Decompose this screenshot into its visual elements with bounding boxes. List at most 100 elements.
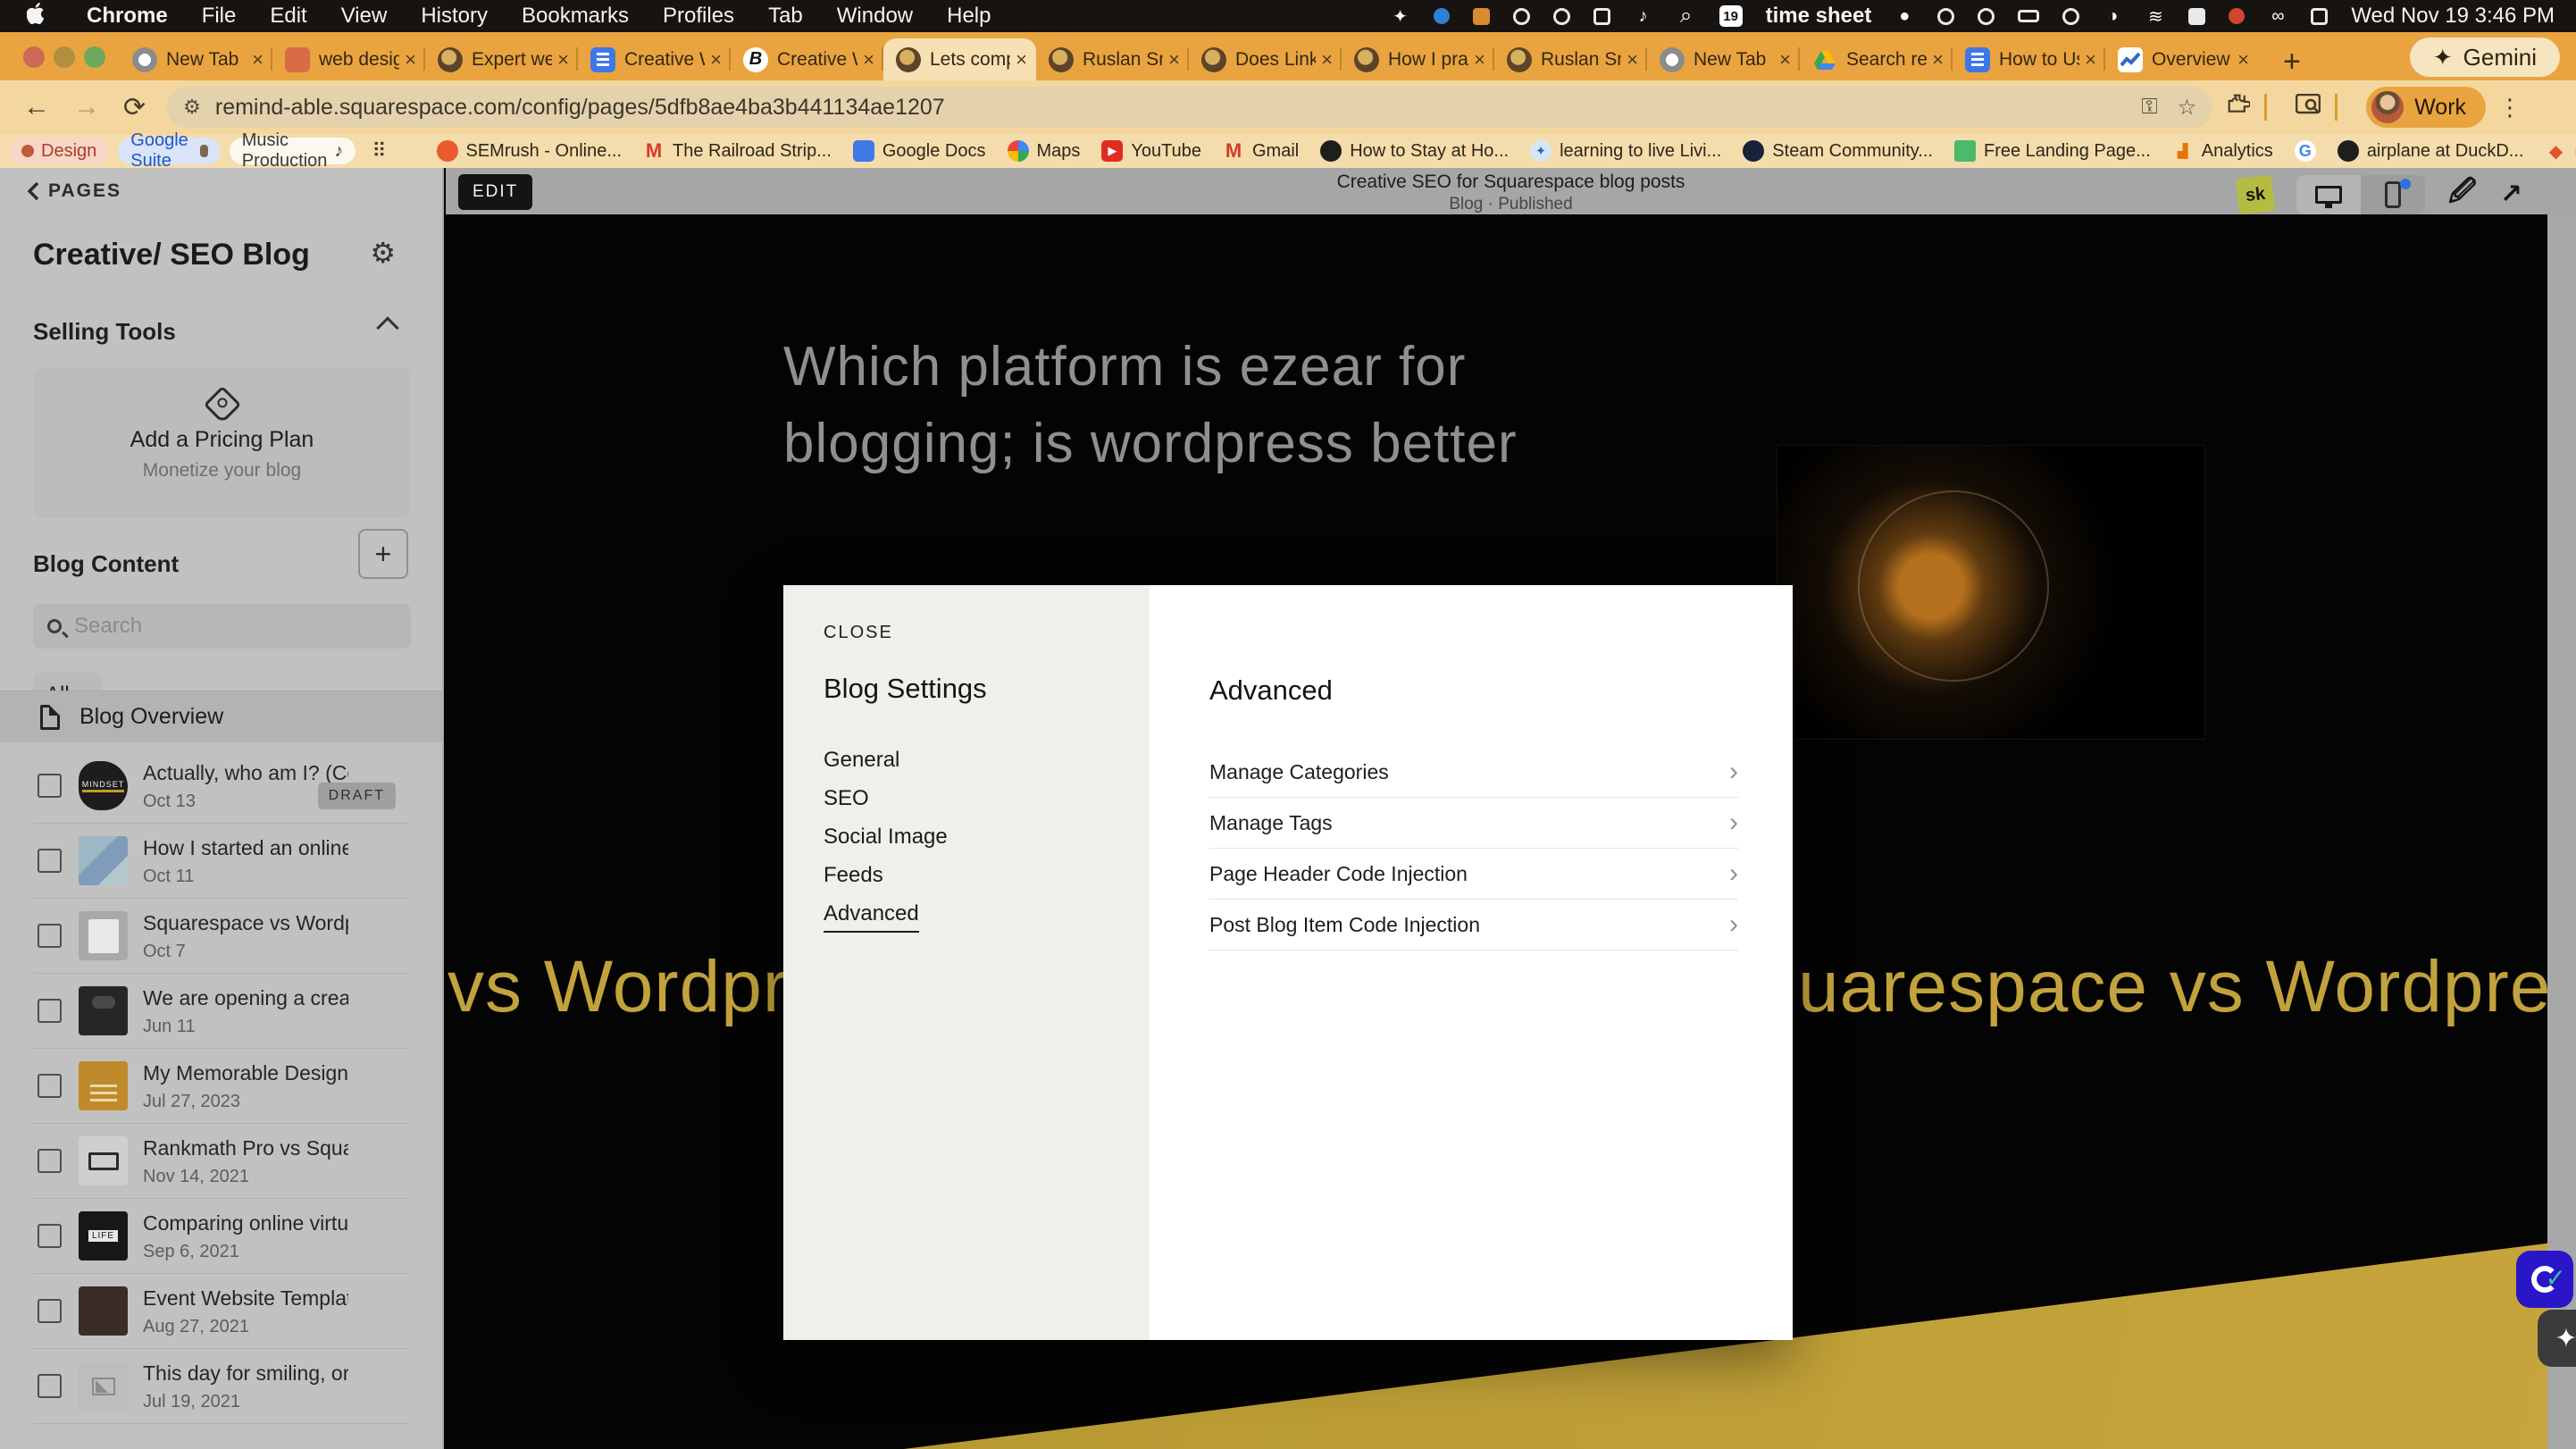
tab-how-to-use[interactable]: How to Use T × [1953,38,2105,80]
post-row[interactable]: Event Website Templates VS. My...Aug 27,… [0,1274,442,1349]
address-bar[interactable]: ⚙ remind-able.squarespace.com/config/pag… [167,87,2212,128]
bookmark-folder-music-production[interactable]: Music Production ♪ [230,138,356,164]
tab-close-icon[interactable]: × [2237,48,2249,71]
post-checkbox[interactable] [38,849,62,873]
tab-how-i-practice[interactable]: How I practic × [1342,38,1494,80]
new-tab-button[interactable]: + [2283,45,2301,80]
grid-icon[interactable] [2188,8,2205,25]
shield-icon[interactable] [1513,8,1530,25]
post-row[interactable]: Rankmath Pro vs Squarespace S...Nov 14, … [0,1124,442,1199]
post-row[interactable]: My Memorable Design Squares...Jul 27, 20… [0,1049,442,1124]
gemini-button[interactable]: ✦ Gemini [2410,38,2560,77]
clockify-extension-badge[interactable]: ✓ [2516,1251,2573,1308]
nav-feeds[interactable]: Feeds [824,863,883,888]
menu-profiles[interactable]: Profiles [646,4,751,29]
circle-icon[interactable] [1937,8,1954,25]
bookmark-how-to-stay[interactable]: How to Stay at Ho... [1320,140,1509,162]
menu-edit[interactable]: Edit [253,4,323,29]
post-checkbox[interactable] [38,1149,62,1173]
timesheet-label[interactable]: time sheet [1766,4,1872,29]
menu-help[interactable]: Help [930,4,1008,29]
ai-sparkle-badge[interactable]: ✦ [2538,1310,2576,1367]
modal-close-button[interactable]: CLOSE [824,623,893,643]
apple-icon[interactable] [27,3,45,30]
bookmark-duckduckgo[interactable]: airplane at DuckD... [2338,140,2524,162]
manage-categories-row[interactable]: Manage Categories› [1209,747,1738,798]
tab-close-icon[interactable]: × [1779,48,1791,71]
tab-does-linkedin[interactable]: Does Linkedi × [1189,38,1342,80]
tab-close-icon[interactable]: × [1474,48,1485,71]
window-close-button[interactable] [23,46,45,68]
forward-button[interactable]: → [73,92,100,122]
tab-close-icon[interactable]: × [710,48,722,71]
post-blog-item-code-injection-row[interactable]: Post Blog Item Code Injection› [1209,900,1738,951]
window-zoom-button[interactable] [84,46,105,68]
switch-icon[interactable] [2311,8,2328,25]
nav-general[interactable]: General [824,748,899,773]
battery-icon[interactable] [2018,10,2039,22]
sk-extension-badge[interactable]: sk [2236,175,2275,214]
nav-advanced[interactable]: Advanced [824,901,919,933]
bookmark-gmail[interactable]: MGmail [1223,140,1299,162]
post-checkbox[interactable] [38,924,62,948]
url-text[interactable]: remind-able.squarespace.com/config/pages… [215,95,2121,121]
chevron-up-icon[interactable] [376,316,398,339]
menu-view[interactable]: View [324,4,405,29]
selling-tools-label[interactable]: Selling Tools [33,318,176,346]
tab-close-icon[interactable]: × [863,48,874,71]
extensions-puzzle-icon[interactable] [2227,93,2250,122]
tab-ruslan-1[interactable]: Ruslan Smirn × [1036,38,1189,80]
tab-overview[interactable]: Overview — I × [2105,38,2258,80]
side-panel-search-icon[interactable] [2296,94,2321,121]
tab-close-icon[interactable]: × [557,48,569,71]
wifi-icon[interactable]: ≋ [2145,6,2165,26]
reload-button[interactable]: ⟳ [123,92,146,123]
search-input[interactable]: Search [33,604,411,649]
bookmark-steam[interactable]: Steam Community... [1743,140,1933,162]
add-post-button[interactable]: + [358,529,408,579]
tab-search-results[interactable]: Search result × [1800,38,1953,80]
bookmark-free-landing[interactable]: Free Landing Page... [1954,140,2151,162]
post-row[interactable]: LIFE Comparing online virtual events ...… [0,1199,442,1274]
password-key-icon[interactable]: ⚿ [2141,95,2157,120]
gear-icon[interactable]: ⚙ [370,236,396,270]
nav-social-image[interactable]: Social Image [824,825,948,850]
chrome-menu-kebab-icon[interactable]: ⋮ [2498,94,2522,121]
post-row[interactable]: Squarespace vs Wordpress&nbs...Oct 7 [0,899,442,974]
tab-creative-web-docs[interactable]: Creative Web × [578,38,731,80]
music-icon[interactable]: ♪ [1634,6,1653,26]
bookmark-analytics[interactable]: ▟Analytics [2172,140,2273,162]
tab-new-tab-2[interactable]: New Tab × [1647,38,1800,80]
apps-grid-icon[interactable]: ⠿ [372,139,386,163]
menubar-clock[interactable]: Wed Nov 19 3:46 PM [2351,4,2555,29]
post-checkbox[interactable] [38,999,62,1023]
tab-close-icon[interactable]: × [1932,48,1944,71]
bookmark-folder-design[interactable]: Design [9,138,109,164]
post-checkbox[interactable] [38,1074,62,1098]
bookmark-folder-google-suite[interactable]: Google Suite [118,138,221,164]
contrast-icon[interactable]: ◑ [2103,6,2122,26]
manage-tags-row[interactable]: Manage Tags› [1209,798,1738,849]
tab-close-icon[interactable]: × [1321,48,1333,71]
zoom-app-icon[interactable] [1434,8,1450,24]
tab-ruslan-2[interactable]: Ruslan Smirn × [1494,38,1647,80]
post-row[interactable]: This day for smiling, or you are st...Ju… [0,1349,442,1424]
menu-file[interactable]: File [185,4,254,29]
sparkle-icon[interactable]: ✦ [1391,6,1410,26]
bookmark-star-icon[interactable]: ☆ [2178,95,2197,121]
profile-chip[interactable]: Work [2366,87,2486,128]
menu-window[interactable]: Window [820,4,930,29]
tab-expert-web[interactable]: Expert web d × [425,38,578,80]
site-info-icon[interactable]: ⚙ [183,96,201,119]
desktop-view-button[interactable] [2296,175,2361,214]
bookmark-learning-to-live[interactable]: ✦learning to live Livi... [1530,140,1721,162]
bookmark-maps[interactable]: Maps [1008,140,1081,162]
post-checkbox[interactable] [38,774,62,798]
post-checkbox[interactable] [38,1374,62,1398]
search-icon[interactable]: ⌕ [1677,6,1696,26]
menu-bookmarks[interactable]: Bookmarks [505,4,646,29]
post-row[interactable]: How I started an online digital m...Oct … [0,824,442,899]
tab-close-icon[interactable]: × [1627,48,1638,71]
person-icon[interactable]: ● [1894,6,1914,26]
bookmark-google[interactable]: G [2295,140,2316,162]
